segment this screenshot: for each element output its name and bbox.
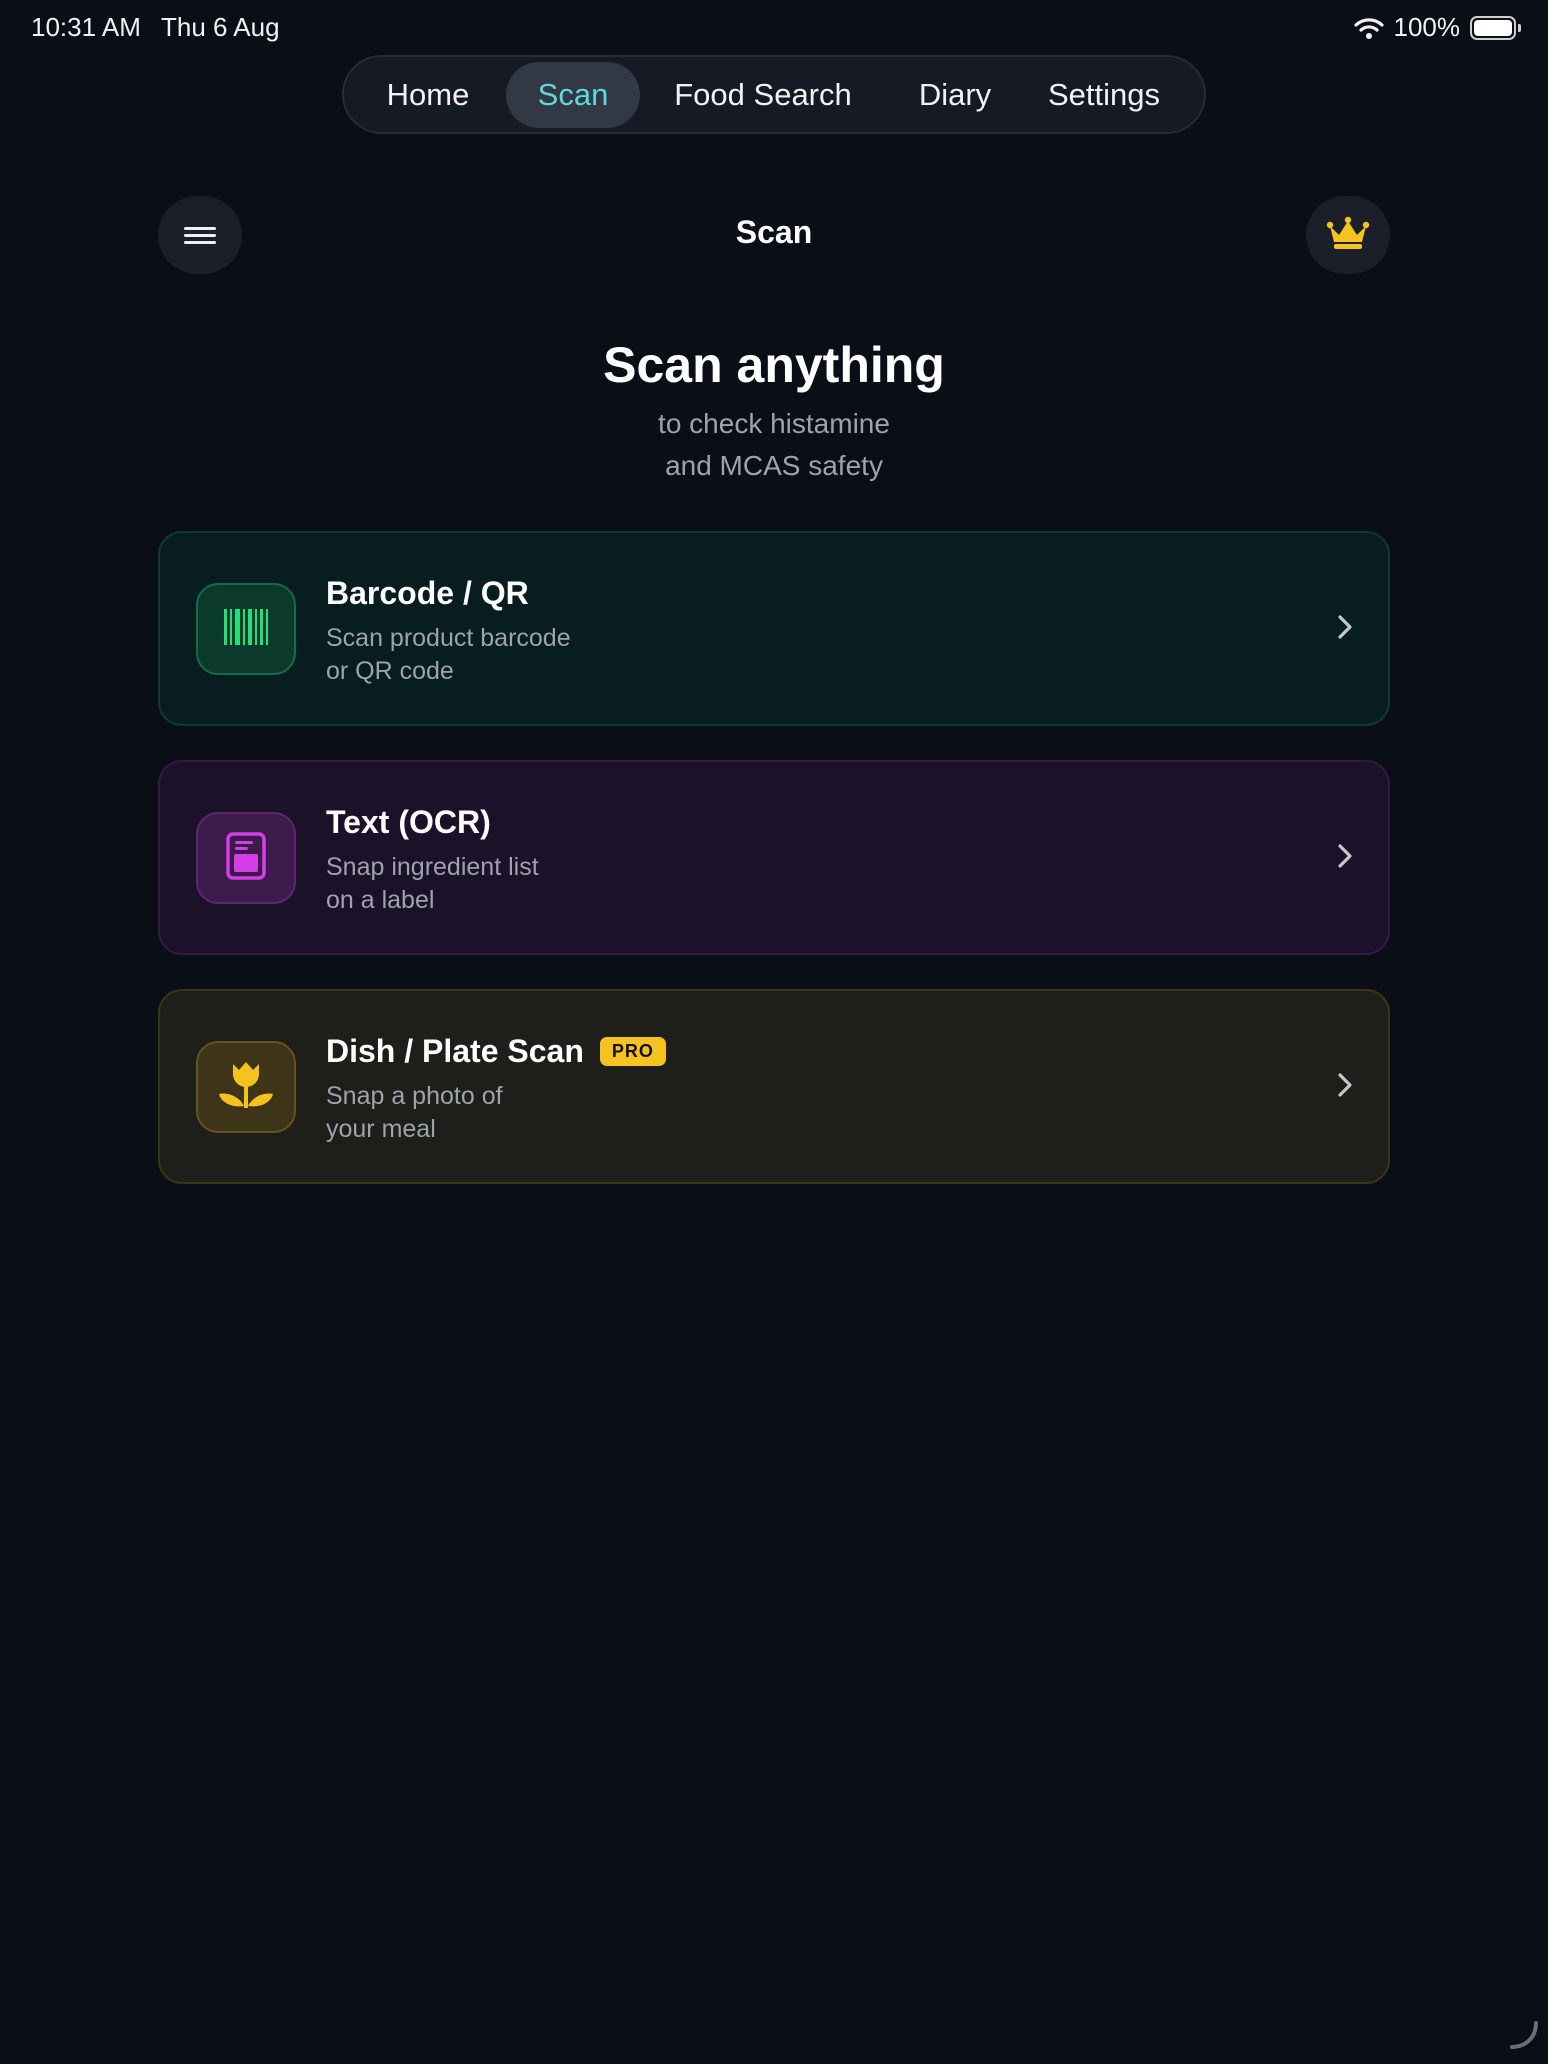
status-date: Thu 6 Aug	[161, 12, 280, 42]
status-time: 10:31 AM	[31, 12, 141, 42]
barcode-icon	[222, 608, 270, 650]
chevron-right-icon	[1336, 1071, 1354, 1104]
crown-icon	[1326, 216, 1370, 255]
chevron-right-icon	[1336, 842, 1354, 875]
ocr-card-desc-line2: on a label	[326, 886, 435, 914]
barcode-card-desc-line1: Scan product barcode	[326, 624, 571, 652]
ocr-card-desc-line1: Snap ingredient list	[326, 853, 539, 881]
dish-card-title-text: Dish / Plate Scan	[326, 1033, 584, 1069]
chevron-right-icon	[1336, 613, 1354, 646]
hero-subtitle-line2: and MCAS safety	[665, 450, 883, 481]
tab-diary[interactable]: Diary	[886, 62, 1024, 128]
battery-percentage: 100%	[1393, 12, 1461, 42]
ocr-card-title-text: Text (OCR)	[326, 804, 491, 840]
tab-home[interactable]: Home	[350, 62, 506, 128]
status-bar: 10:31 AM Thu 6 Aug 100%	[0, 0, 1548, 56]
battery-icon	[1470, 15, 1522, 40]
barcode-card-desc-line2: or QR code	[326, 657, 454, 685]
top-tab-bar: Home Scan Food Search Diary Settings	[342, 55, 1206, 134]
tab-settings[interactable]: Settings	[1024, 62, 1184, 128]
tab-food-search[interactable]: Food Search	[640, 62, 886, 128]
hero-subtitle-line1: to check histamine	[658, 408, 890, 439]
pro-badge: PRO	[599, 1037, 666, 1066]
dish-card-desc-line1: Snap a photo of	[326, 1082, 503, 1110]
ocr-icon-box	[196, 812, 296, 904]
tab-scan[interactable]: Scan	[506, 61, 640, 128]
barcode-card-title: Barcode / QR	[326, 575, 529, 612]
tulip-icon	[217, 1060, 275, 1115]
ocr-card-title: Text (OCR)	[326, 804, 491, 841]
dish-card-title: Dish / Plate Scan PRO	[326, 1033, 666, 1070]
barcode-scan-card[interactable]: Barcode / QR Scan product barcode or QR …	[158, 531, 1390, 726]
dish-scan-card[interactable]: Dish / Plate Scan PRO Snap a photo of yo…	[158, 989, 1390, 1184]
wifi-icon	[1353, 17, 1384, 39]
barcode-card-title-text: Barcode / QR	[326, 575, 529, 611]
barcode-icon-box	[196, 583, 296, 675]
ocr-scan-card[interactable]: Text (OCR) Snap ingredient list on a lab…	[158, 760, 1390, 955]
status-indicators: 100%	[1353, 12, 1523, 43]
resize-handle-icon	[1508, 2019, 1540, 2056]
document-text-icon	[226, 831, 266, 885]
scan-screen: 10:31 AM Thu 6 Aug 100% Home Scan Food S…	[0, 0, 1548, 2064]
hero-title: Scan anything	[603, 337, 945, 393]
premium-button[interactable]	[1306, 196, 1390, 274]
dish-card-desc-line2: your meal	[326, 1115, 436, 1143]
dish-icon-box	[196, 1041, 296, 1133]
